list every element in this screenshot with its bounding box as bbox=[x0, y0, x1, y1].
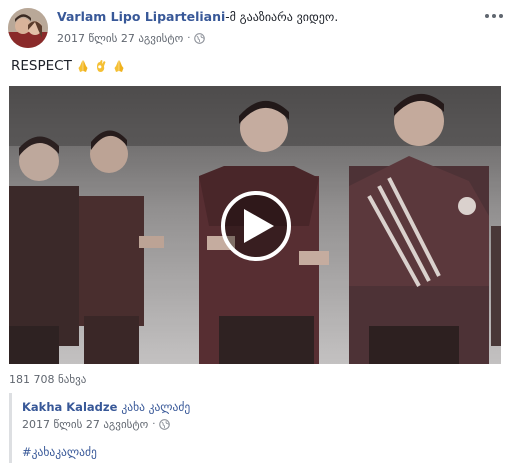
play-icon bbox=[244, 209, 274, 243]
folded-hands-icon bbox=[78, 60, 88, 72]
post-meta: 2017 წლის 27 აგვისტო · bbox=[57, 32, 206, 45]
shared-meta: 2017 წლის 27 აგვისტო · bbox=[22, 418, 171, 431]
post-action-text: -მ გააზიარა ვიდეო. bbox=[225, 10, 339, 24]
post-text-body: RESPECT bbox=[11, 58, 72, 74]
view-count: 181 708 ნახვა bbox=[9, 373, 87, 386]
more-horizontal-icon bbox=[485, 14, 489, 18]
globe-icon[interactable] bbox=[194, 33, 206, 44]
hashtag-link[interactable]: #კახაკალაძე bbox=[22, 445, 97, 459]
post-header: Varlam Lipo Liparteliani-მ გააზიარა ვიდე… bbox=[57, 9, 338, 24]
post-timestamp[interactable]: 2017 წლის 27 აგვისტო bbox=[57, 32, 183, 45]
avatar[interactable] bbox=[8, 8, 48, 48]
post-text: RESPECT bbox=[11, 58, 126, 74]
shared-author-name[interactable]: Kakha Kaladze bbox=[22, 400, 117, 414]
shared-author[interactable]: Kakha Kaladze კახა კალაძე bbox=[22, 400, 190, 414]
more-options-button[interactable] bbox=[485, 11, 503, 21]
globe-icon[interactable] bbox=[159, 419, 171, 430]
folded-hands-icon bbox=[114, 60, 124, 72]
separator-dot: · bbox=[187, 33, 191, 44]
play-button[interactable] bbox=[221, 191, 291, 261]
shared-original-post: Kakha Kaladze კახა კალაძე 2017 წლის 27 ა… bbox=[9, 393, 501, 463]
author-name-link[interactable]: Varlam Lipo Liparteliani bbox=[57, 9, 225, 24]
feed-post: Varlam Lipo Liparteliani-მ გააზიარა ვიდე… bbox=[0, 0, 513, 469]
separator-dot: · bbox=[152, 419, 156, 430]
shared-timestamp[interactable]: 2017 წლის 27 აგვისტო bbox=[22, 418, 148, 431]
ok-hand-icon bbox=[96, 60, 106, 72]
shared-author-name-geo[interactable]: კახა კალაძე bbox=[121, 400, 190, 414]
video-player[interactable] bbox=[9, 86, 501, 364]
